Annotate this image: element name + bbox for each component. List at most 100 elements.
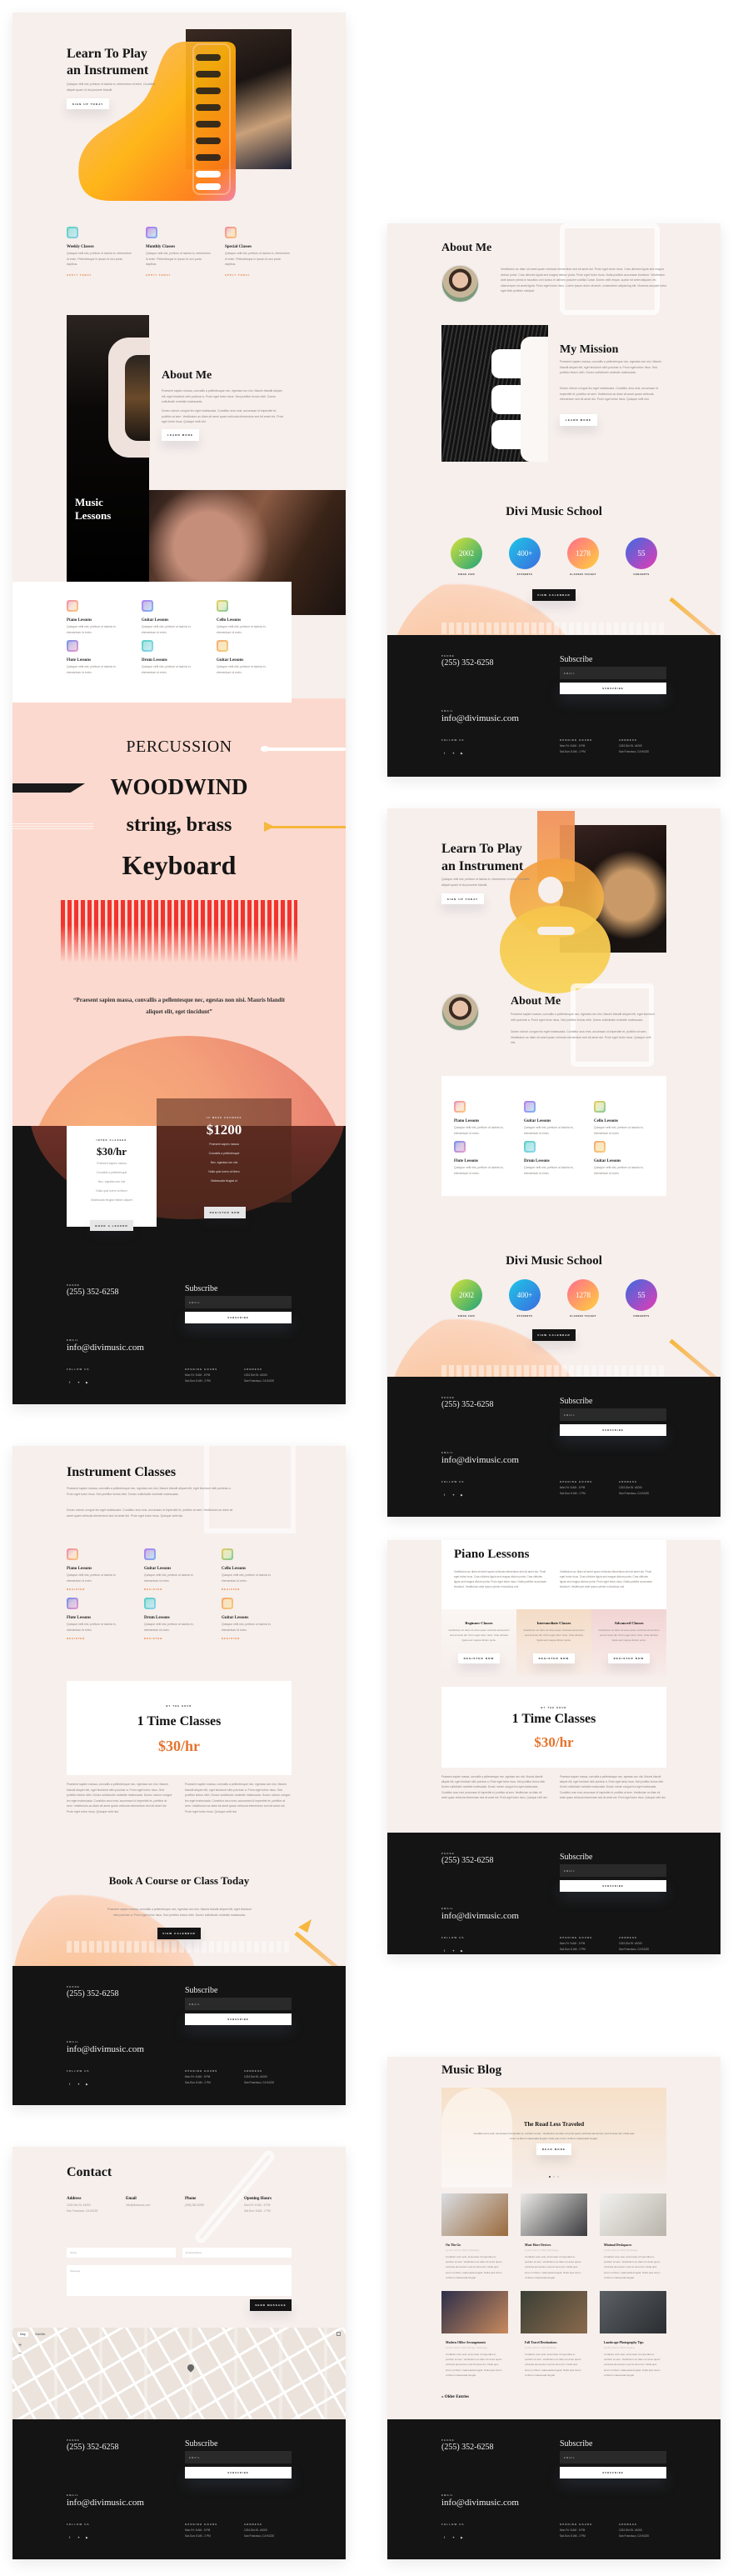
youtube-icon[interactable]: ▶ bbox=[461, 2536, 464, 2539]
subscribe-button[interactable]: SUBSCRIBE bbox=[560, 1424, 666, 1436]
subscribe-email-input[interactable]: EMAIL bbox=[185, 1998, 292, 2010]
post-title[interactable]: On The Go bbox=[446, 2243, 508, 2247]
map[interactable]: Map Satellite + − bbox=[12, 2328, 346, 2419]
post-title[interactable]: Must-Have Devices bbox=[525, 2243, 587, 2247]
map-pin-icon[interactable] bbox=[186, 2363, 196, 2373]
learn-more-button[interactable]: LEARN MORE bbox=[162, 429, 199, 441]
post-image[interactable] bbox=[441, 2193, 508, 2236]
subscribe-button[interactable]: SUBSCRIBE bbox=[185, 2013, 292, 2025]
register-link[interactable]: REGISTER bbox=[144, 1588, 222, 1591]
email-address[interactable]: info@divimusic.com bbox=[67, 2498, 144, 2508]
subscribe-button[interactable]: SUBSCRIBE bbox=[185, 1312, 292, 1323]
view-calendar-button[interactable]: VIEW CALENDAR bbox=[532, 589, 576, 601]
subscribe-email-input[interactable]: EMAIL bbox=[560, 1864, 666, 1877]
post-image[interactable] bbox=[600, 2193, 666, 2236]
map-zoom-out[interactable]: − bbox=[17, 2351, 23, 2358]
twitter-icon[interactable]: ✦ bbox=[452, 752, 456, 755]
map-tab-satellite[interactable]: Satellite bbox=[32, 2332, 47, 2337]
subscribe-email-input[interactable]: EMAIL bbox=[560, 2451, 666, 2463]
email-address[interactable]: info@divimusic.com bbox=[67, 2044, 144, 2054]
post-image[interactable] bbox=[521, 2291, 587, 2334]
register-link[interactable]: REGISTER bbox=[67, 1637, 144, 1640]
book-lesson-button[interactable]: BOOK A LESSON bbox=[90, 1220, 133, 1231]
facebook-icon[interactable]: f bbox=[444, 2536, 447, 2539]
slider-dot[interactable] bbox=[553, 2176, 555, 2178]
post-title[interactable]: Modern Office Arrangements bbox=[446, 2341, 508, 2344]
email-input[interactable]: Email Address bbox=[182, 2248, 292, 2258]
facebook-icon[interactable]: f bbox=[444, 752, 447, 755]
message-textarea[interactable]: Message bbox=[67, 2265, 292, 2296]
facebook-icon[interactable]: f bbox=[444, 1949, 447, 1953]
register-now-button[interactable]: REGISTER NOW bbox=[533, 1653, 575, 1663]
sign-up-button[interactable]: SIGN UP TODAY bbox=[67, 98, 109, 109]
twitter-icon[interactable]: ✦ bbox=[452, 2536, 456, 2539]
register-now-button[interactable]: REGISTER NOW bbox=[458, 1653, 500, 1663]
apply-link[interactable]: APPLY TODAY bbox=[146, 273, 225, 277]
youtube-icon[interactable]: ▶ bbox=[86, 2083, 89, 2086]
email-address[interactable]: info@divimusic.com bbox=[441, 1911, 519, 1921]
register-link[interactable]: REGISTER bbox=[222, 1637, 299, 1640]
email-address[interactable]: info@divimusic.com bbox=[441, 1455, 519, 1465]
subscribe-email-input[interactable]: EMAIL bbox=[185, 2451, 292, 2463]
youtube-icon[interactable]: ▶ bbox=[86, 2536, 89, 2539]
facebook-icon[interactable]: f bbox=[69, 2536, 72, 2539]
older-entries-link[interactable]: « Older Entries bbox=[441, 2395, 469, 2399]
subscribe-button[interactable]: SUBSCRIBE bbox=[560, 683, 666, 694]
post-title[interactable]: Fall Travel Destinations bbox=[525, 2341, 587, 2344]
slider-dot-active[interactable] bbox=[549, 2176, 551, 2178]
phone-number[interactable]: (255) 352-6258 bbox=[441, 658, 494, 668]
phone-number[interactable]: (255) 352-6258 bbox=[441, 2443, 494, 2452]
post-image[interactable] bbox=[600, 2291, 666, 2334]
facebook-icon[interactable]: f bbox=[444, 1493, 447, 1497]
fullscreen-icon[interactable] bbox=[337, 2332, 341, 2336]
subscribe-email-input[interactable]: EMAIL bbox=[185, 1296, 292, 1308]
blog-post[interactable]: Modern Office Arrangements by Divi | Feb… bbox=[441, 2291, 508, 2378]
blog-post[interactable]: Must-Have Devices by Divi | Feb 12, 2019… bbox=[521, 2193, 587, 2280]
twitter-icon[interactable]: ✦ bbox=[452, 1949, 456, 1953]
post-title[interactable]: Landscape Photography Tips bbox=[604, 2341, 666, 2344]
register-link[interactable]: REGISTER bbox=[222, 1588, 299, 1591]
subscribe-email-input[interactable]: EMAIL bbox=[560, 667, 666, 679]
apply-link[interactable]: APPLY TODAY bbox=[225, 273, 304, 277]
post-image[interactable] bbox=[521, 2193, 587, 2236]
phone-number[interactable]: (255) 352-6258 bbox=[67, 1989, 119, 1998]
sign-up-button[interactable]: SIGN UP TODAY bbox=[441, 893, 484, 904]
register-link[interactable]: REGISTER bbox=[67, 1588, 144, 1591]
facebook-icon[interactable]: f bbox=[69, 2083, 72, 2086]
phone-number[interactable]: (255) 352-6258 bbox=[441, 1856, 494, 1865]
twitter-icon[interactable]: ✦ bbox=[452, 1493, 456, 1497]
learn-more-button[interactable]: LEARN MORE bbox=[560, 414, 597, 426]
blog-post[interactable]: On The Go by Divi | Feb 12, 2019 | Techn… bbox=[441, 2193, 508, 2280]
email-address[interactable]: info@divimusic.com bbox=[441, 713, 519, 723]
phone-number[interactable]: (255) 352-6258 bbox=[67, 2443, 119, 2452]
subscribe-email-input[interactable]: EMAIL bbox=[560, 1408, 666, 1421]
email-address[interactable]: info@divimusic.com bbox=[67, 1343, 144, 1353]
view-calendar-button[interactable]: VIEW CALENDAR bbox=[157, 1928, 201, 1939]
facebook-icon[interactable]: f bbox=[69, 1381, 72, 1384]
blog-post[interactable]: Fall Travel Destinations by Divi | Feb 1… bbox=[521, 2291, 587, 2378]
phone-number[interactable]: (255) 352-6258 bbox=[67, 1288, 119, 1297]
post-image[interactable] bbox=[441, 2291, 508, 2334]
register-now-button[interactable]: REGISTER NOW bbox=[204, 1207, 246, 1218]
post-title[interactable]: Minimal Deskspaces bbox=[604, 2243, 666, 2247]
twitter-icon[interactable]: ✦ bbox=[77, 1381, 81, 1384]
twitter-icon[interactable]: ✦ bbox=[77, 2536, 81, 2539]
send-message-button[interactable]: SEND MESSAGE bbox=[250, 2299, 292, 2311]
apply-link[interactable]: APPLY TODAY bbox=[67, 273, 146, 277]
phone-number[interactable]: (255) 352-6258 bbox=[441, 1400, 494, 1409]
map-zoom-in[interactable]: + bbox=[17, 2343, 23, 2349]
map-tab-map[interactable]: Map bbox=[17, 2332, 28, 2337]
youtube-icon[interactable]: ▶ bbox=[461, 752, 464, 755]
twitter-icon[interactable]: ✦ bbox=[77, 2083, 81, 2086]
register-link[interactable]: REGISTER bbox=[144, 1637, 222, 1640]
subscribe-button[interactable]: SUBSCRIBE bbox=[560, 2467, 666, 2478]
blog-post[interactable]: Minimal Deskspaces by Divi | Feb 12, 201… bbox=[600, 2193, 666, 2280]
subscribe-button[interactable]: SUBSCRIBE bbox=[185, 2467, 292, 2478]
youtube-icon[interactable]: ▶ bbox=[461, 1493, 464, 1497]
name-input[interactable]: Name bbox=[67, 2248, 176, 2258]
blog-post[interactable]: Landscape Photography Tips by Divi | Feb… bbox=[600, 2291, 666, 2378]
subscribe-button[interactable]: SUBSCRIBE bbox=[560, 1880, 666, 1892]
slider-dot[interactable] bbox=[557, 2176, 559, 2178]
register-now-button[interactable]: REGISTER NOW bbox=[608, 1653, 650, 1663]
email-address[interactable]: info@divimusic.com bbox=[441, 2498, 519, 2508]
